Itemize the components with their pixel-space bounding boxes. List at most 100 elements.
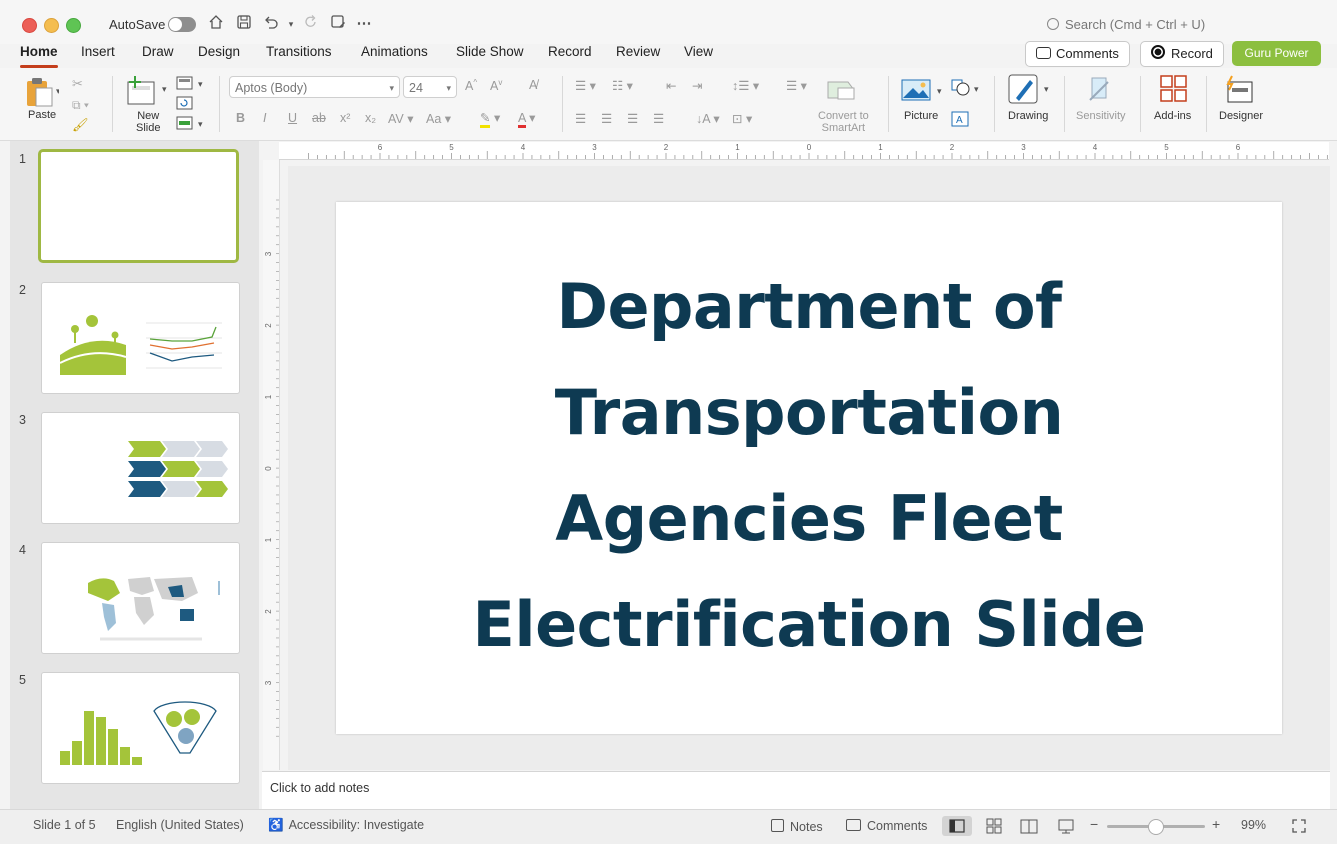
line-spacing-icon[interactable]: ↕☰ ▾ (732, 78, 759, 93)
text-direction-icon[interactable]: ↓A ▾ (696, 111, 720, 126)
language-indicator[interactable]: English (United States) (116, 818, 244, 832)
save-icon[interactable] (234, 14, 254, 34)
slide-sorter-view-button[interactable] (979, 816, 1009, 836)
record-button-label: Record (1171, 46, 1213, 61)
comments-button-label: Comments (1056, 46, 1119, 61)
align-left-icon[interactable]: ☰ (575, 111, 586, 126)
tab-draw[interactable]: Draw (142, 44, 174, 59)
strikethrough-icon[interactable]: ab (312, 111, 326, 125)
home-icon[interactable] (206, 14, 226, 34)
minimize-window-button[interactable] (44, 18, 59, 33)
tab-design[interactable]: Design (198, 44, 240, 59)
align-center-icon[interactable]: ☰ (601, 111, 612, 126)
horizontal-ruler: 6 5 4 3 2 1 0 1 2 3 4 5 6 (279, 142, 1329, 160)
character-spacing-icon[interactable]: AV ▾ (388, 111, 414, 126)
text-box-icon[interactable]: A (951, 111, 969, 132)
decrease-font-icon[interactable]: Av (490, 78, 502, 93)
svg-text:▾: ▾ (56, 86, 59, 96)
change-case-icon[interactable]: Aa ▾ (426, 111, 451, 126)
justify-icon[interactable]: ☰ (653, 111, 664, 126)
redo-icon[interactable] (301, 14, 321, 34)
underline-icon[interactable]: U (288, 111, 297, 125)
highlight-icon[interactable]: ✎ ▾ (480, 110, 500, 128)
align-right-icon[interactable]: ☰ (627, 111, 638, 126)
autosave-toggle[interactable] (168, 17, 196, 32)
ruler-tick-label: 5 (449, 143, 454, 152)
superscript-icon[interactable]: x² (340, 111, 350, 125)
tab-record[interactable]: Record (548, 44, 592, 59)
new-slide-icon[interactable]: ▾ (126, 74, 170, 111)
tab-insert[interactable]: Insert (81, 44, 115, 59)
reading-view-button[interactable] (1014, 816, 1044, 836)
customize-save-icon[interactable] (328, 14, 348, 34)
comments-toggle-button[interactable]: Comments (846, 818, 927, 833)
font-name-dropdown[interactable]: Aptos (Body) ▾ (229, 76, 400, 98)
drawing-icon[interactable]: ▾ (1008, 74, 1054, 111)
paste-icon[interactable]: ▾ (25, 76, 61, 113)
sensitivity-icon[interactable] (1086, 74, 1116, 111)
subscript-icon[interactable]: x₂ (365, 111, 376, 125)
current-slide[interactable]: Department of Transportation Agencies Fl… (336, 202, 1282, 734)
cut-icon[interactable]: ✂ (72, 76, 83, 92)
normal-view-button[interactable] (942, 816, 972, 836)
layout-icon[interactable]: ▾ (176, 76, 206, 95)
numbering-icon[interactable]: ☷ ▾ (612, 78, 633, 93)
fit-to-window-icon[interactable] (1291, 818, 1307, 839)
guru-power-button[interactable]: Guru Power (1232, 41, 1321, 66)
comments-button[interactable]: Comments (1025, 41, 1130, 67)
zoom-in-button[interactable]: + (1212, 816, 1220, 832)
font-size-value: 24 (409, 81, 423, 95)
ruler-tick-label: 4 (1093, 143, 1098, 152)
shapes-icon[interactable]: ▾ (950, 78, 984, 103)
notes-toggle-button[interactable]: Notes (771, 818, 823, 834)
record-button[interactable]: Record (1140, 41, 1224, 67)
increase-indent-icon[interactable]: ⇥ (692, 78, 702, 93)
more-options-icon[interactable]: ⋯ (354, 14, 374, 34)
reset-slide-icon[interactable] (176, 96, 194, 115)
slide-thumbnail-1[interactable] (38, 149, 239, 263)
copy-icon[interactable]: ⧉ ▾ (72, 98, 89, 113)
bullets-icon[interactable]: ☰ ▾ (575, 78, 596, 93)
zoom-window-button[interactable] (66, 18, 81, 33)
tab-view[interactable]: View (684, 44, 713, 59)
slide-thumbnail-5[interactable] (41, 672, 240, 784)
close-window-button[interactable] (22, 18, 37, 33)
zoom-out-button[interactable]: − (1090, 816, 1098, 832)
bold-icon[interactable]: B (236, 111, 245, 125)
thumbnail-4-graphic (88, 577, 220, 641)
tab-transitions[interactable]: Transitions (266, 44, 332, 59)
undo-dropdown-chevron-icon[interactable]: ▾ (281, 14, 301, 34)
notes-pane[interactable]: Click to add notes (262, 771, 1330, 809)
tab-animations[interactable]: Animations (361, 44, 428, 59)
slide-title-textbox[interactable]: Department of Transportation Agencies Fl… (336, 254, 1282, 678)
search-box[interactable]: Search (Cmd + Ctrl + U) (1047, 17, 1205, 32)
slide-thumbnail-2[interactable] (41, 282, 240, 394)
accessibility-button[interactable]: ♿ Accessibility: Investigate (268, 818, 424, 833)
font-color-icon[interactable]: A ▾ (518, 110, 535, 128)
smartart-icon[interactable] (826, 78, 858, 107)
designer-icon[interactable] (1224, 74, 1256, 109)
ruler-tick-label: 6 (1236, 143, 1241, 152)
add-ins-icon[interactable] (1159, 74, 1189, 109)
format-painter-icon[interactable]: 🖌 (72, 117, 89, 133)
zoom-level[interactable]: 99% (1241, 818, 1266, 832)
tab-review[interactable]: Review (616, 44, 660, 59)
undo-icon[interactable] (261, 14, 281, 34)
thumbnail-number: 5 (19, 673, 26, 687)
zoom-slider-handle[interactable] (1148, 819, 1164, 835)
columns-icon[interactable]: ☰ ▾ (786, 78, 807, 93)
slide-thumbnail-3[interactable] (41, 412, 240, 524)
slide-thumbnail-4[interactable] (41, 542, 240, 654)
font-size-dropdown[interactable]: 24 ▾ (403, 76, 457, 98)
align-text-icon[interactable]: ⊡ ▾ (732, 111, 752, 126)
clear-formatting-icon[interactable]: A̸ (529, 78, 537, 92)
tab-slide-show[interactable]: Slide Show (456, 44, 524, 59)
slide-show-view-button[interactable] (1051, 816, 1081, 836)
tab-home[interactable]: Home (20, 44, 58, 59)
decrease-indent-icon[interactable]: ⇤ (666, 78, 676, 93)
section-icon[interactable]: ▾ (176, 116, 206, 135)
italic-icon[interactable]: I (263, 111, 266, 125)
increase-font-icon[interactable]: A^ (465, 78, 477, 93)
svg-text:▾: ▾ (198, 79, 203, 89)
picture-icon[interactable]: ▾ (901, 78, 945, 107)
